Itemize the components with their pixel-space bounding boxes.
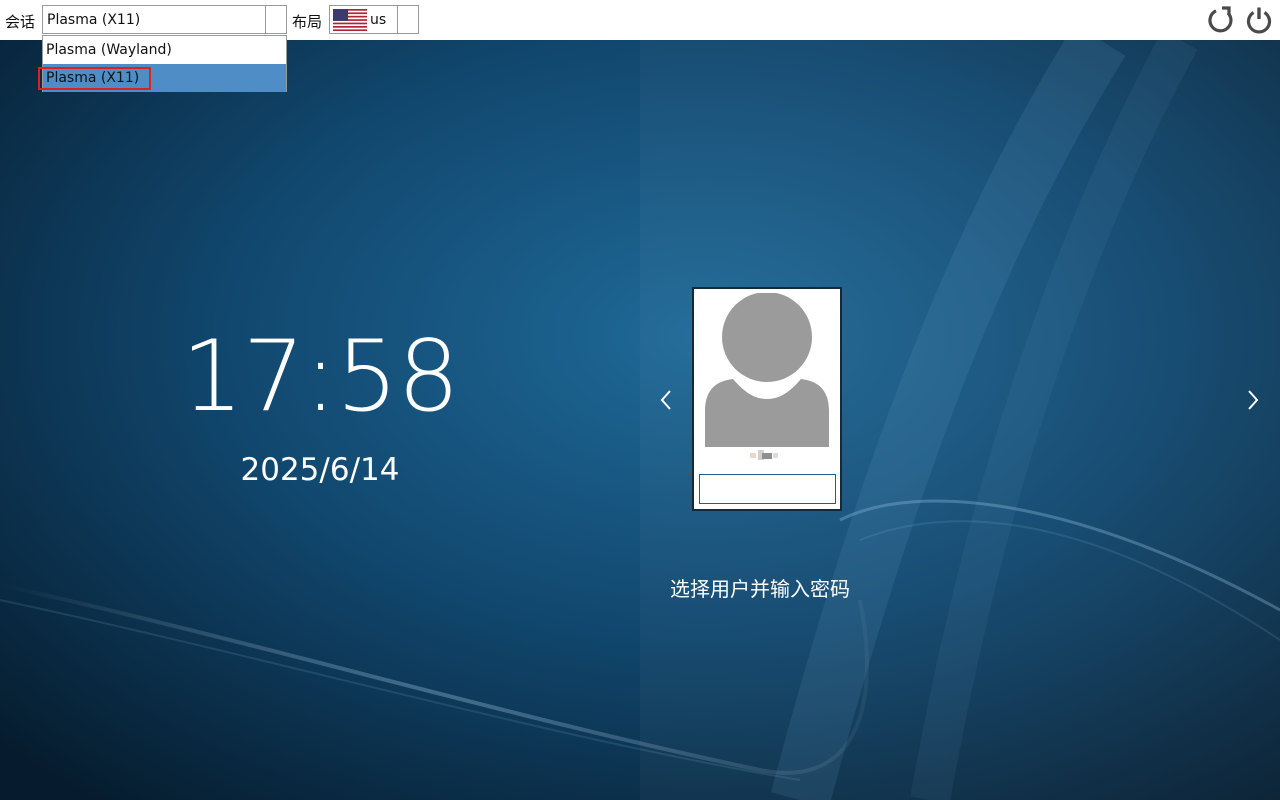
layout-selected-value: us [370, 12, 387, 28]
chevron-left-icon[interactable] [655, 386, 677, 414]
power-icon[interactable] [1244, 5, 1274, 35]
username-blurred [750, 450, 778, 460]
user-avatar [705, 293, 829, 447]
session-combobox[interactable]: Plasma (X11) [42, 5, 287, 34]
session-selected-value: Plasma (X11) [47, 12, 141, 28]
password-field[interactable] [699, 474, 836, 504]
user-card[interactable] [692, 287, 842, 511]
login-prompt: 选择用户并输入密码 [670, 577, 850, 601]
session-option-wayland[interactable]: Plasma (Wayland) [43, 36, 286, 64]
layout-label: 布局 [292, 13, 323, 31]
chevron-right-icon[interactable] [1242, 386, 1264, 414]
selection-highlight-box [38, 67, 151, 90]
restart-icon[interactable] [1206, 5, 1236, 35]
session-option-label: Plasma (Wayland) [46, 42, 172, 58]
clock-date: 2025/6/14 [240, 452, 400, 488]
top-bar: 会话 Plasma (X11) 布局 us [0, 0, 1280, 40]
us-flag-icon [333, 9, 367, 31]
session-label: 会话 [5, 13, 36, 31]
clock-time: 17:58 [181, 320, 459, 434]
layout-combobox[interactable]: us [329, 5, 419, 34]
session-dropdown-button[interactable] [265, 6, 286, 33]
layout-dropdown-button[interactable] [397, 6, 418, 33]
